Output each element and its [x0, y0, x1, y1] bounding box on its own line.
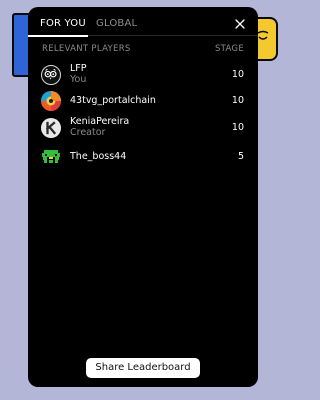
- player-stage: 5: [237, 151, 244, 162]
- tab-divider: [88, 35, 258, 36]
- letter-k-avatar-icon: [41, 118, 61, 138]
- player-name: The_boss44: [70, 151, 127, 162]
- column-header-players: RELEVANT PLAYERS: [42, 44, 131, 54]
- colorful-pattern-avatar-icon: [41, 91, 61, 111]
- leaderboard-row[interactable]: The_boss44 5: [28, 143, 258, 171]
- close-icon[interactable]: [233, 17, 247, 31]
- leaderboard-row[interactable]: LFP You 10: [28, 61, 258, 89]
- player-role: You: [70, 74, 87, 85]
- tab-for-you[interactable]: FOR YOU: [40, 18, 86, 30]
- player-stage: 10: [231, 69, 244, 80]
- owl-avatar-icon: [41, 65, 61, 85]
- face-doodle-icon: [257, 30, 269, 40]
- leaderboard-row[interactable]: KeniaPereira Creator 10: [28, 114, 258, 142]
- column-header-stage: STAGE: [214, 44, 244, 54]
- player-role: Creator: [70, 127, 106, 138]
- leaderboard-panel: FOR YOU GLOBAL RELEVANT PLAYERS STAGE LF…: [28, 7, 258, 387]
- active-tab-indicator: [28, 35, 88, 37]
- player-stage: 10: [231, 122, 244, 133]
- leaderboard-row[interactable]: 43tvg_portalchain 10: [28, 87, 258, 115]
- player-name: 43tvg_portalchain: [70, 95, 156, 106]
- tab-global[interactable]: GLOBAL: [96, 18, 137, 30]
- player-stage: 10: [231, 95, 244, 106]
- share-leaderboard-button[interactable]: Share Leaderboard: [86, 358, 200, 378]
- pixel-invader-avatar-icon: [41, 147, 61, 167]
- leaderboard-tabs: FOR YOU GLOBAL: [28, 7, 258, 37]
